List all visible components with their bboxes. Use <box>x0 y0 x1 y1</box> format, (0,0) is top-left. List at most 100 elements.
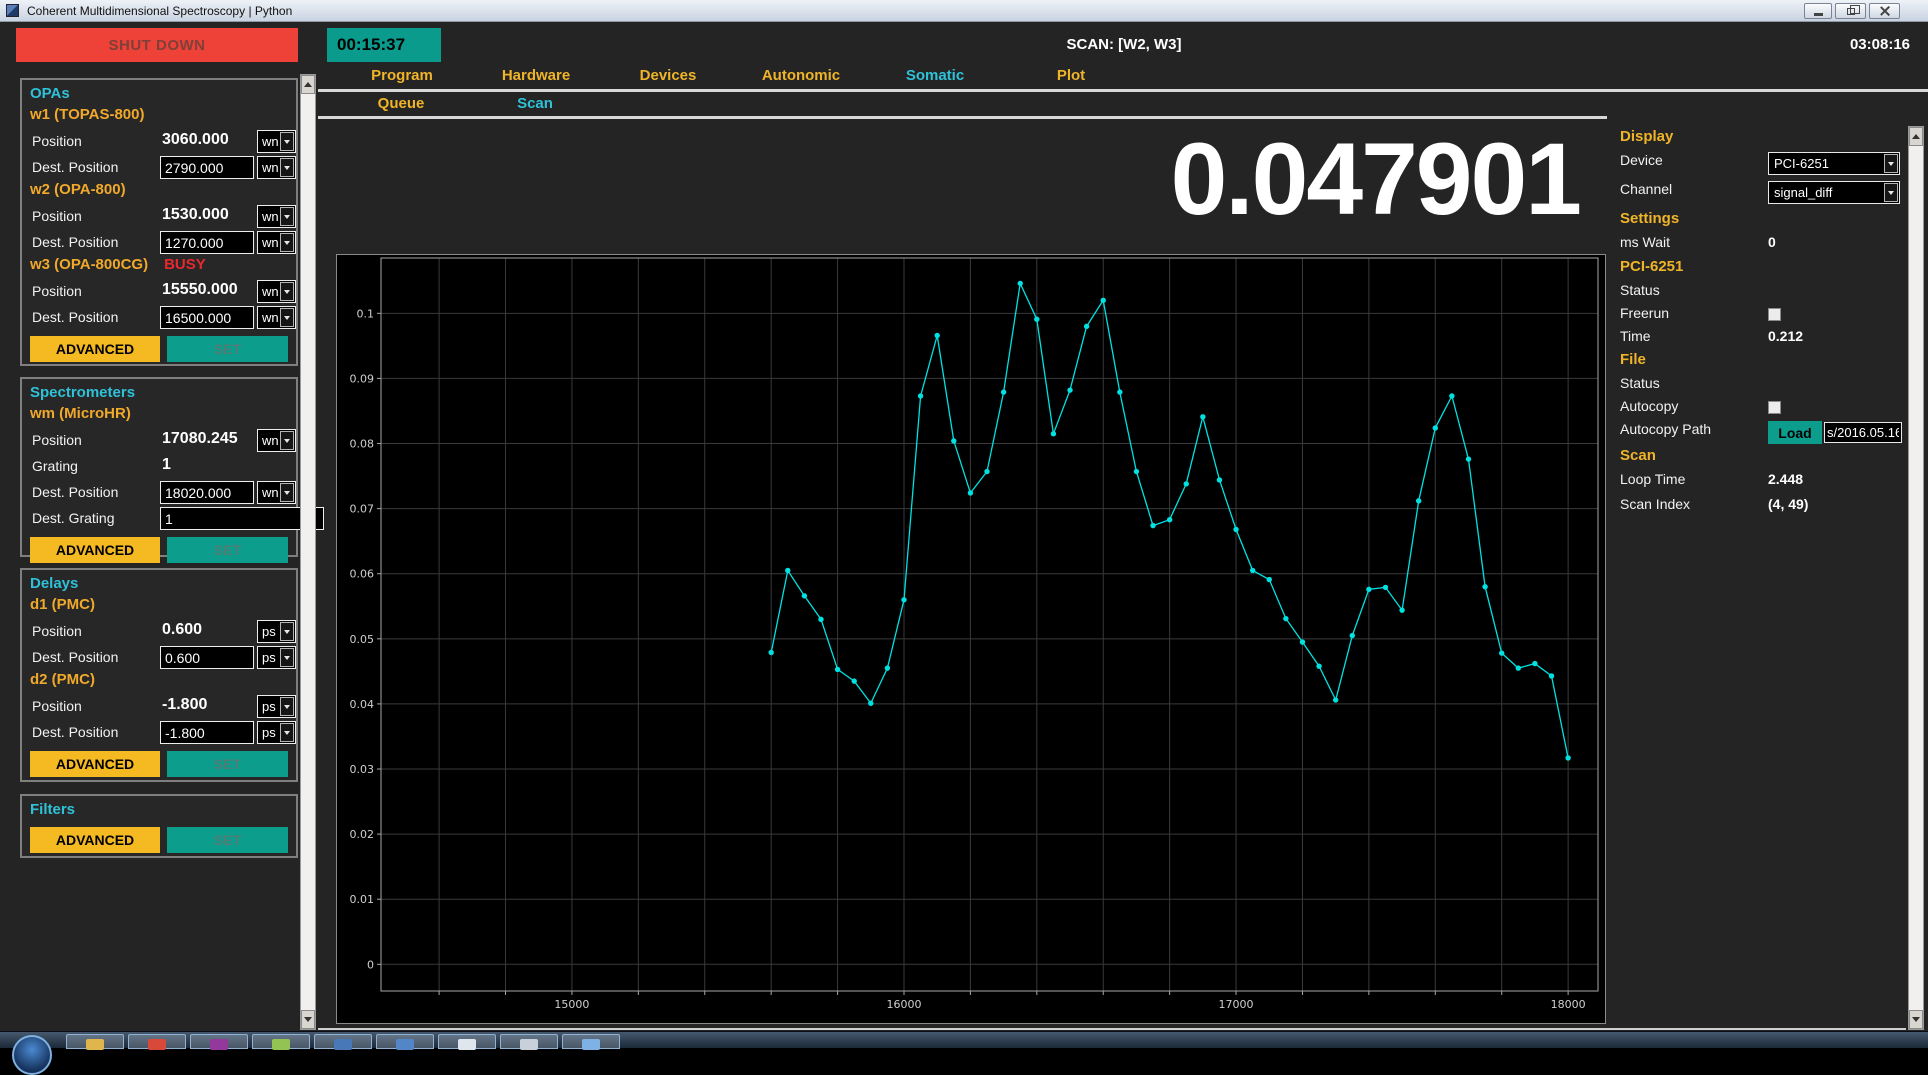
taskbar-app-button[interactable] <box>376 1034 434 1049</box>
unit-select[interactable]: ps <box>257 721 296 744</box>
dest-position-input[interactable] <box>160 721 254 744</box>
svg-text:0.06: 0.06 <box>350 568 375 581</box>
taskbar-app-button[interactable] <box>190 1034 248 1049</box>
field-label: Position <box>32 432 82 448</box>
group-delays: Delays d1 (PMC) Position 0.600 ps Dest. … <box>20 568 298 782</box>
unit-select[interactable]: wn <box>257 306 296 329</box>
chevron-down-icon <box>280 697 294 716</box>
unit-select[interactable]: wn <box>257 280 296 303</box>
unit-select[interactable]: wn <box>257 481 296 504</box>
unit-select[interactable]: wn <box>257 429 296 452</box>
light-app-icon <box>458 1039 476 1050</box>
hardware-subheader: wm (MicroHR) <box>30 405 288 428</box>
chevron-down-icon <box>280 282 294 301</box>
tab-devices[interactable]: Devices <box>613 67 723 84</box>
tab-autonomic[interactable]: Autonomic <box>746 67 856 84</box>
device-select[interactable]: PCI-6251 <box>1768 152 1900 175</box>
hardware-subheader: w2 (OPA-800) <box>30 181 288 204</box>
set-button[interactable]: SET <box>167 336 288 362</box>
tab-hardware[interactable]: Hardware <box>481 67 591 84</box>
unit-select[interactable]: wn <box>257 156 296 179</box>
channel-value: signal_diff <box>1774 185 1832 200</box>
field-row: Dest. Grating <box>30 506 288 532</box>
taskbar-app-button[interactable] <box>252 1034 310 1049</box>
hardware-subheader: w3 (OPA-800CG)BUSY <box>30 256 288 279</box>
unit-label: wn <box>262 485 279 500</box>
close-button[interactable] <box>1869 3 1900 19</box>
tab-queue[interactable]: Queue <box>346 95 456 112</box>
start-button[interactable] <box>12 1035 52 1075</box>
autocopy-checkbox[interactable] <box>1768 401 1781 414</box>
tab-somatic[interactable]: Somatic <box>880 67 990 84</box>
svg-text:0.01: 0.01 <box>350 893 375 906</box>
loop-time-value: 2.448 <box>1768 471 1803 487</box>
time-value: 0.212 <box>1768 328 1803 344</box>
close-icon <box>1880 6 1890 16</box>
unit-select[interactable]: wn <box>257 231 296 254</box>
unit-label: ps <box>262 699 276 714</box>
live-signal-value: 0.047901 <box>1171 128 1580 230</box>
taskbar-app-button[interactable] <box>500 1034 558 1049</box>
chevron-down-icon <box>280 723 294 742</box>
advanced-button[interactable]: ADVANCED <box>30 827 160 853</box>
advanced-button[interactable]: ADVANCED <box>30 537 160 563</box>
unit-label: wn <box>262 160 279 175</box>
dest-position-input[interactable] <box>160 646 254 669</box>
set-button[interactable]: SET <box>167 827 288 853</box>
unit-select[interactable]: ps <box>257 695 296 718</box>
taskbar-app-button[interactable] <box>562 1034 620 1049</box>
load-button[interactable]: Load <box>1768 421 1822 444</box>
chevron-down-icon <box>280 622 294 641</box>
freerun-checkbox[interactable] <box>1768 308 1781 321</box>
unit-select[interactable]: ps <box>257 620 296 643</box>
unit-select[interactable]: ps <box>257 646 296 669</box>
run-timer: 00:15:37 <box>327 28 441 62</box>
advanced-button[interactable]: ADVANCED <box>30 336 160 362</box>
taskbar-app-button[interactable] <box>66 1034 124 1049</box>
restore-button[interactable] <box>1835 3 1866 19</box>
position-value: 15550.000 <box>162 281 256 299</box>
unit-label: wn <box>262 310 279 325</box>
svg-text:0.09: 0.09 <box>350 372 375 385</box>
group-spectrometers: Spectrometers wm (MicroHR) Position 1708… <box>20 377 298 557</box>
unit-label: ps <box>262 624 276 639</box>
advanced-button[interactable]: ADVANCED <box>30 751 160 777</box>
set-button[interactable]: SET <box>167 537 288 563</box>
tab-plot[interactable]: Plot <box>1016 67 1126 84</box>
sidebar-scrollbar[interactable] <box>300 74 316 1030</box>
field-label: Time <box>1620 328 1651 344</box>
right-panel-scrollbar[interactable] <box>1908 126 1924 1030</box>
device-row: Device PCI-6251 <box>1620 152 1906 181</box>
scroll-down-icon[interactable] <box>301 1010 315 1029</box>
section-header: File <box>1620 351 1906 375</box>
scan-status: SCAN: [W2, W3] <box>1004 36 1244 53</box>
taskbar-app-button[interactable] <box>438 1034 496 1049</box>
unit-label: wn <box>262 209 279 224</box>
field-label: Dest. Grating <box>32 510 114 526</box>
field-label: Dest. Position <box>32 309 118 325</box>
dest-position-input[interactable] <box>160 156 254 179</box>
autocopy-path-input[interactable] <box>1824 422 1902 443</box>
set-button[interactable]: SET <box>167 751 288 777</box>
field-row: Dest. Position wn <box>30 480 288 506</box>
scroll-down-icon[interactable] <box>1909 1010 1923 1029</box>
scroll-up-icon[interactable] <box>301 75 315 94</box>
shutdown-button[interactable]: SHUT DOWN <box>16 28 298 62</box>
taskbar-app-button[interactable] <box>128 1034 186 1049</box>
unit-select[interactable]: wn <box>257 130 296 153</box>
taskbar-app-button[interactable] <box>314 1034 372 1049</box>
tab-program[interactable]: Program <box>347 67 457 84</box>
tab-scan[interactable]: Scan <box>480 95 590 112</box>
svg-text:0.05: 0.05 <box>350 633 375 646</box>
autocopy-path-row: Autocopy Path Load <box>1620 421 1906 447</box>
channel-select[interactable]: signal_diff <box>1768 181 1900 204</box>
dest-position-input[interactable] <box>160 306 254 329</box>
hardware-name: w3 (OPA-800CG) <box>30 256 148 279</box>
dest-position-input[interactable] <box>160 231 254 254</box>
autocopy-row: Autocopy <box>1620 398 1906 421</box>
minimize-icon <box>1814 13 1823 16</box>
scroll-up-icon[interactable] <box>1909 127 1923 146</box>
dest-position-input[interactable] <box>160 481 254 504</box>
minimize-button[interactable] <box>1804 3 1832 19</box>
unit-select[interactable]: wn <box>257 205 296 228</box>
